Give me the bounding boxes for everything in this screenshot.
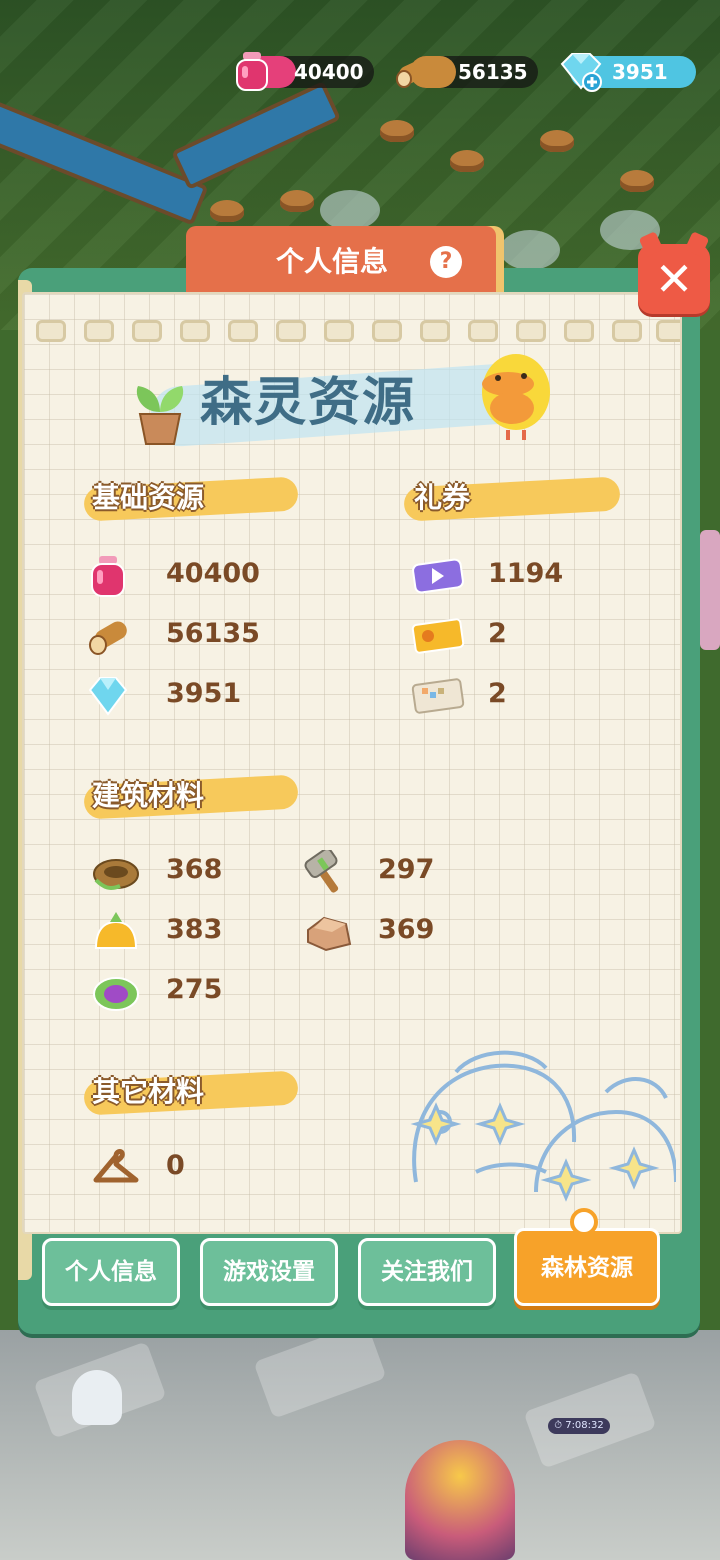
ink-bottle-icon bbox=[91, 556, 125, 597]
resource-value: 56135 bbox=[166, 618, 260, 649]
hanger-icon bbox=[93, 1149, 139, 1183]
add-gems-icon[interactable] bbox=[556, 50, 606, 94]
sprout-pot-icon bbox=[136, 386, 184, 445]
panel-title-tab: 个人信息 ? bbox=[186, 226, 496, 294]
panel-title: 个人信息 bbox=[276, 245, 389, 278]
rope-coil-icon bbox=[93, 859, 139, 890]
section-basic-label: 基础资源 bbox=[92, 481, 205, 514]
section-building-label: 建筑材料 bbox=[92, 779, 205, 812]
hammer-icon bbox=[304, 850, 339, 893]
ink-bottle-icon bbox=[236, 52, 268, 91]
crop-plant bbox=[280, 190, 314, 212]
crop-plant bbox=[620, 170, 654, 192]
chick-mascot-icon bbox=[482, 354, 550, 440]
material-value: 368 bbox=[166, 854, 223, 885]
resource-value: 2 bbox=[488, 678, 507, 709]
paper-ticket-icon bbox=[411, 678, 465, 714]
orange-sack-icon bbox=[94, 912, 138, 949]
crop-plant bbox=[540, 130, 574, 152]
section-other-label: 其它材料 bbox=[92, 1075, 205, 1108]
close-icon: ✕ bbox=[654, 252, 694, 306]
tab-follow-us[interactable]: 关注我们 bbox=[358, 1238, 496, 1306]
wood-log-icon bbox=[89, 621, 127, 655]
tab-forest-resources[interactable]: 森林资源 bbox=[514, 1228, 660, 1306]
tab-game-settings[interactable]: 游戏设置 bbox=[200, 1238, 338, 1306]
material-value: 275 bbox=[166, 974, 223, 1005]
gold-ticket-icon bbox=[411, 618, 465, 654]
material-value: 0 bbox=[166, 1150, 185, 1181]
purple-leaf-bundle-icon bbox=[93, 977, 139, 1011]
stone-block-icon bbox=[307, 916, 352, 952]
build-timer: ⏱ 7:08:32 bbox=[548, 1418, 610, 1434]
bush bbox=[320, 190, 380, 230]
material-value: 369 bbox=[378, 914, 435, 945]
bush bbox=[500, 230, 560, 270]
resource-value: 40400 bbox=[166, 558, 260, 589]
crop-plant bbox=[450, 150, 484, 172]
ink-counter-value: 40400 bbox=[294, 60, 364, 84]
resource-value: 1194 bbox=[488, 558, 564, 589]
wood-log-icon bbox=[396, 59, 432, 88]
bear-mascot-decoration-icon bbox=[410, 1050, 676, 1202]
crop-plant bbox=[210, 200, 244, 222]
material-value: 297 bbox=[378, 854, 435, 885]
wood-counter-value: 56135 bbox=[458, 60, 528, 84]
carousel-building[interactable] bbox=[405, 1440, 515, 1560]
material-value: 383 bbox=[166, 914, 223, 945]
build-timer-text: 7:08:32 bbox=[565, 1420, 604, 1431]
panel-heading: 森灵资源 bbox=[200, 373, 417, 433]
video-ticket-icon bbox=[412, 558, 464, 594]
resource-value: 2 bbox=[488, 618, 507, 649]
close-button[interactable]: ✕ bbox=[638, 244, 710, 314]
crop-plant bbox=[380, 120, 414, 142]
tab-profile[interactable]: 个人信息 bbox=[42, 1238, 180, 1306]
active-tab-pin bbox=[570, 1208, 598, 1236]
panel-tab-bar: 个人信息 游戏设置 关注我们 森林资源 bbox=[42, 1228, 662, 1310]
binder-holes bbox=[36, 320, 680, 344]
gem-icon bbox=[88, 677, 128, 716]
section-vouchers-label: 礼券 bbox=[414, 481, 471, 514]
flower-bush bbox=[700, 530, 720, 650]
gem-counter-value: 3951 bbox=[612, 60, 668, 84]
resource-value: 3951 bbox=[166, 678, 242, 709]
town-square bbox=[0, 1321, 720, 1560]
help-icon[interactable]: ? bbox=[430, 246, 462, 278]
ghost-building[interactable] bbox=[72, 1370, 122, 1425]
